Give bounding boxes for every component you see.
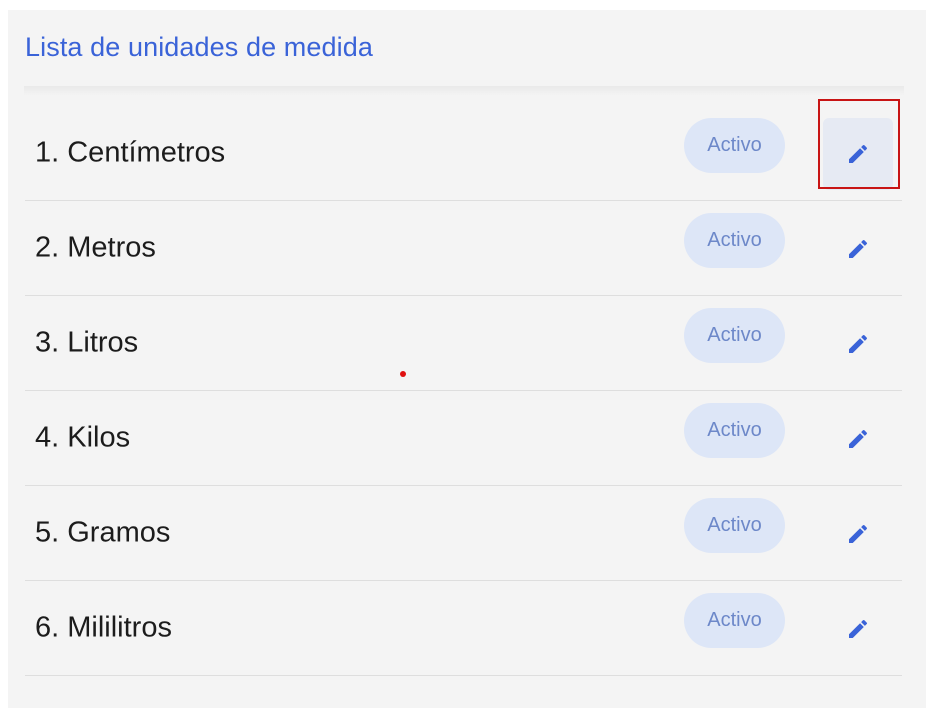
edit-button[interactable]	[823, 308, 893, 380]
edit-button[interactable]	[823, 213, 893, 285]
panel-header: Lista de unidades de medida	[8, 10, 908, 90]
unit-name: 3. Litros	[35, 326, 139, 359]
pencil-icon	[849, 619, 868, 638]
status-badge: Activo	[684, 213, 785, 268]
pencil-icon	[849, 239, 868, 258]
pencil-icon	[849, 334, 868, 353]
edit-button[interactable]	[823, 403, 893, 475]
unit-name: 4. Kilos	[35, 421, 131, 454]
list-item: 1. Centímetros Activo	[25, 106, 902, 201]
status-badge: Activo	[684, 118, 785, 173]
unit-name: 1. Centímetros	[35, 136, 226, 169]
units-panel: Lista de unidades de medida 1. Centímetr…	[8, 10, 926, 708]
header-divider	[24, 86, 904, 96]
cursor-marker	[400, 371, 406, 377]
edit-button[interactable]	[823, 593, 893, 665]
status-badge: Activo	[684, 593, 785, 648]
status-badge: Activo	[684, 308, 785, 363]
unit-name: 2. Metros	[35, 231, 156, 264]
list-item: 2. Metros Activo	[25, 201, 902, 296]
page-title: Lista de unidades de medida	[25, 32, 373, 62]
status-badge: Activo	[684, 498, 785, 553]
list-item: 4. Kilos Activo	[25, 391, 902, 486]
unit-name: 6. Mililitros	[35, 611, 172, 644]
list-item: 3. Litros Activo	[25, 296, 902, 391]
edit-button[interactable]	[823, 498, 893, 570]
highlight-box	[818, 99, 900, 189]
pencil-icon	[849, 524, 868, 543]
units-list: 1. Centímetros Activo 2. Metros Activo 3…	[25, 106, 902, 676]
status-badge: Activo	[684, 403, 785, 458]
list-item: 6. Mililitros Activo	[25, 581, 902, 676]
pencil-icon	[849, 429, 868, 448]
unit-name: 5. Gramos	[35, 516, 171, 549]
list-item: 5. Gramos Activo	[25, 486, 902, 581]
